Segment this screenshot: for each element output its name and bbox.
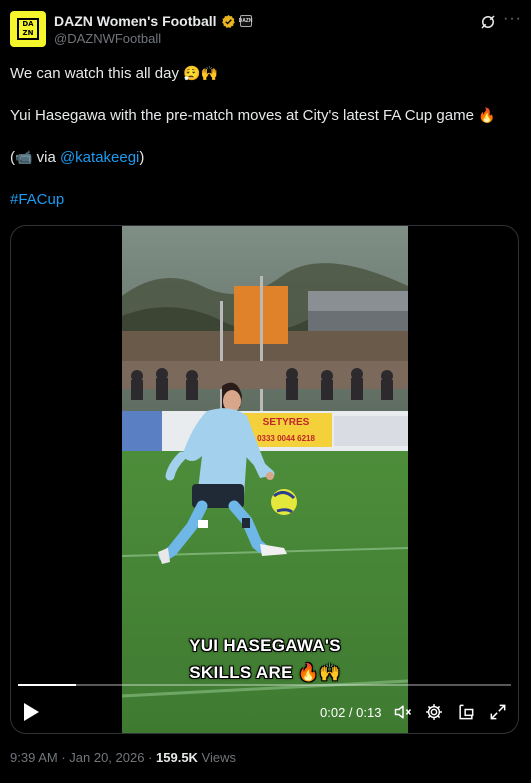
play-icon[interactable]	[22, 702, 40, 722]
handle[interactable]: @DAZNWFootball	[54, 31, 252, 46]
video-caption-line-2: SKILLS ARE 🔥🙌	[189, 663, 341, 682]
tweet-header: DA ZN DAZN Women's Football DAZN @DAZNWF…	[10, 10, 521, 50]
time-display: 0:02 / 0:13	[320, 705, 382, 720]
orange-flag	[234, 286, 260, 344]
fire-emoji: 🔥	[478, 108, 496, 124]
svg-text:SETYRES: SETYRES	[263, 417, 310, 428]
avatar-letters-bottom: ZN	[22, 29, 34, 37]
hashtag-line: #FACup	[10, 190, 64, 210]
tweet-date[interactable]: Jan 20, 2026	[69, 750, 144, 765]
progress-fill	[18, 684, 77, 686]
volume-muted-icon[interactable]	[393, 702, 413, 722]
video-player[interactable]: SETYRES 0333 0044 6218 YUI HASEGAWA'S SK…	[10, 225, 519, 734]
mention-link[interactable]: @katakeegi	[60, 149, 139, 166]
pop-out-icon[interactable]	[456, 702, 476, 722]
tweet-line-2: Yui Hasegawa with the pre-match moves at…	[10, 107, 496, 124]
affiliate-badge[interactable]: DAZN	[239, 15, 252, 27]
tweet-footer: 9:39 AM · Jan 20, 2026 · 159.5K Views	[10, 750, 236, 765]
gear-icon[interactable]	[424, 702, 444, 722]
fullscreen-icon[interactable]	[488, 702, 508, 722]
views-count: 159.5K	[156, 750, 198, 765]
video-scene: SETYRES 0333 0044 6218	[122, 226, 408, 733]
progress-bar[interactable]	[18, 684, 511, 686]
hashtag-link[interactable]: #FACup	[10, 191, 64, 208]
dazn-logo: DA ZN	[17, 18, 39, 40]
avatar-letters-top: DA	[22, 20, 34, 28]
avatar[interactable]: DA ZN	[10, 11, 46, 47]
views-label: Views	[197, 750, 236, 765]
orange-flag	[262, 286, 288, 344]
verified-badge-icon[interactable]	[221, 14, 236, 29]
tweet-time[interactable]: 9:39 AM	[10, 750, 58, 765]
author-names: DAZN Women's Football DAZN @DAZNWFootbal…	[54, 12, 252, 46]
more-icon[interactable]: ···	[503, 11, 521, 30]
video-frame[interactable]: SETYRES 0333 0044 6218 YUI HASEGAWA'S SK…	[122, 226, 408, 733]
display-name[interactable]: DAZN Women's Football	[54, 13, 217, 29]
tweet-line-1: We can watch this all day 😮‍💨🙌	[10, 65, 219, 82]
video-caption-line-1: YUI HASEGAWA'S	[189, 636, 341, 655]
emoji: 😮‍💨🙌	[183, 66, 219, 82]
grok-icon[interactable]	[479, 13, 497, 31]
video-camera-emoji: 📹	[15, 150, 33, 166]
tweet-line-3: (📹 via @katakeegi)	[10, 149, 145, 166]
svg-text:0333 0044 6218: 0333 0044 6218	[257, 434, 315, 443]
